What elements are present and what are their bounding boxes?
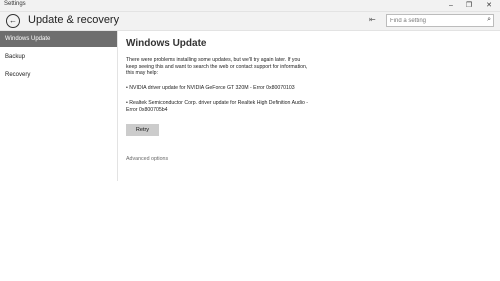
main-content: Windows Update There were problems insta… [126,38,326,162]
error-message: There were problems installing some upda… [126,57,308,77]
back-arrow-icon[interactable]: ← [6,14,20,28]
retry-button[interactable]: Retry [126,124,159,136]
search-box[interactable]: ⌕ [386,14,494,27]
pin-icon[interactable]: ⇤ [369,15,376,24]
page-header: ← Update & recovery ⇤ ⌕ [0,12,500,31]
sidebar-item-windows-update[interactable]: Windows Update [0,31,117,47]
search-icon[interactable]: ⌕ [487,16,491,24]
window-titlebar: Settings – ❐ ✕ [0,0,500,12]
sidebar: Windows Update Backup Recovery [0,31,118,181]
restore-icon[interactable]: ❐ [462,0,476,11]
advanced-options-link[interactable]: Advanced options [126,156,168,162]
section-title: Windows Update [126,38,207,49]
search-input[interactable] [387,15,484,26]
window-title: Settings [4,1,26,7]
sidebar-item-recovery[interactable]: Recovery [0,67,117,83]
close-icon[interactable]: ✕ [482,0,496,11]
page-title: Update & recovery [28,14,120,26]
sidebar-item-backup[interactable]: Backup [0,49,117,65]
minimize-icon[interactable]: – [444,0,458,11]
error-item: • Realtek Semiconductor Corp. driver upd… [126,100,309,113]
error-item: • NVIDIA driver update for NVIDIA GeForc… [126,85,295,91]
